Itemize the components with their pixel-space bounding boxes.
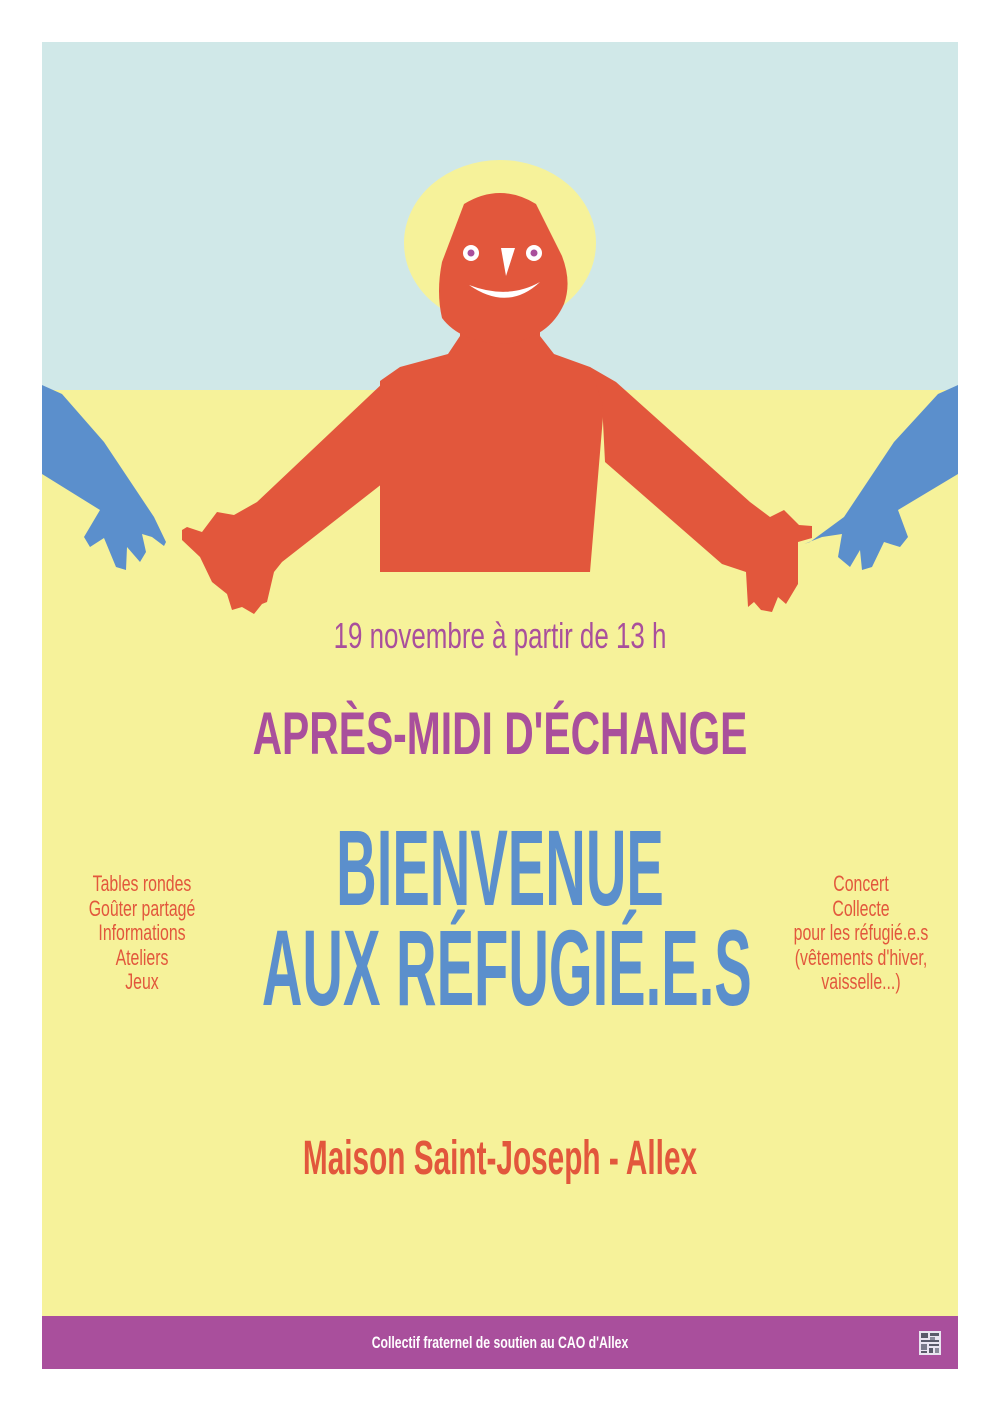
list-item: Tables rondes [92,871,192,896]
list-item: Goûter partagé [88,895,196,921]
main-title: BIENVENUE AUX RÉFUGIÉ.E.S [261,807,752,1028]
event-location: Maison Saint-Joseph - Allex [302,1132,698,1185]
list-item: (vêtements d'hiver, [794,944,928,970]
left-blue-hand [42,385,166,570]
event-subtitle: APRÈS-MIDI D'ÉCHANGE [252,700,748,767]
list-item: Collecte [832,895,890,921]
list-item: Jeux [125,969,159,994]
organization-logo-icon [919,1331,941,1355]
poster: 19 novembre à partir de 13 h APRÈS-MIDI … [42,42,958,1369]
main-title-line-1: BIENVENUE [336,807,664,928]
list-item: Concert [833,871,889,896]
right-activities-list: Concert Collecte pour les réfugié.e.s (v… [789,871,933,995]
list-item: Ateliers [115,944,169,970]
welcome-illustration [42,160,958,614]
left-pupil [467,249,475,257]
list-item: Informations [98,920,186,945]
footer-text: Collectif fraternel de soutien au CAO d'… [371,1333,629,1352]
right-blue-hand [804,385,958,570]
event-date: 19 novembre à partir de 13 h [333,615,667,656]
left-arm [182,382,412,614]
main-title-line-2: AUX RÉFUGIÉ.E.S [261,907,752,1028]
torso [380,336,606,572]
left-activities-list: Tables rondes Goûter partagé Information… [70,871,214,995]
list-item: vaisselle...) [821,969,901,994]
right-pupil [530,249,538,257]
footer-bar: Collectif fraternel de soutien au CAO d'… [42,1316,958,1369]
right-arm [590,367,812,612]
list-item: pour les réfugié.e.s [793,920,929,945]
